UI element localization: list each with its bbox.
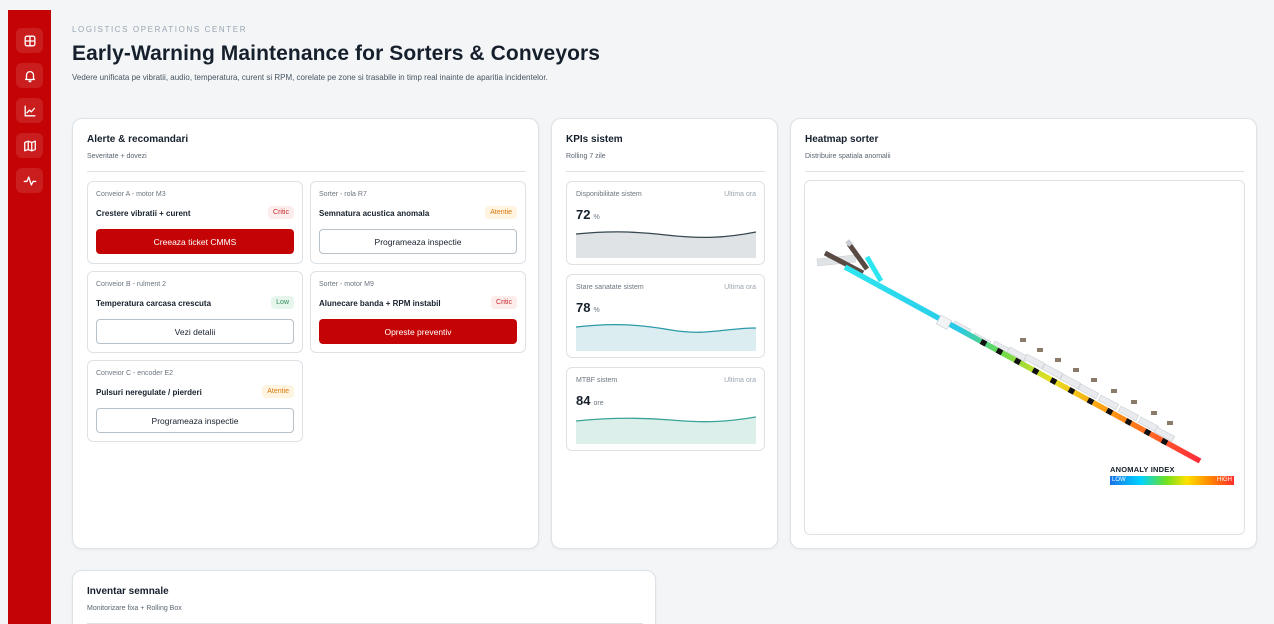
dashboard-icon [24, 35, 35, 46]
alert-item: Sorter - rola R7 Semnatura acustica anom… [310, 181, 526, 264]
severity-badge: Low [271, 296, 294, 309]
kpi-tile: MTBF sistem Ultima ora 84 ore [566, 367, 765, 451]
kpi-tile: Disponibilitate sistem Ultima ora 72% [566, 181, 765, 265]
alert-source: Sorter - rola R7 [319, 191, 367, 198]
kpi-tile: Stare sanatate sistem Ultima ora 78% [566, 274, 765, 358]
alert-title: Pulsuri neregulate / pierderi [96, 388, 202, 397]
alert-title: Alunecare banda + RPM instabil [319, 299, 441, 308]
page-subtitle: Vedere unificata pe vibratii, audio, tem… [72, 73, 548, 82]
heatmap-card: Heatmap sorter Distribuire spatiala anom… [790, 118, 1257, 549]
kpi-value: 78 [576, 300, 591, 315]
page-eyebrow: LOGISTICS OPERATIONS CENTER [72, 25, 248, 34]
sorter-chutes [951, 320, 1176, 443]
alerts-card-title: Alerte & recomandari [87, 134, 189, 145]
anomaly-index-legend-bar: LOW HIGH [1110, 476, 1234, 485]
kpi-label: Disponibilitate sistem [576, 191, 642, 198]
kpi-value: 84 [576, 393, 591, 408]
kpi-sparkline [576, 323, 756, 351]
inventory-card-subtitle: Monitorizare fixa + Rolling Box [87, 605, 182, 612]
heatmap-card-subtitle: Distribuire spatiala anomalii [805, 153, 891, 160]
sorter-infeeds [816, 239, 884, 283]
divider [805, 171, 1244, 172]
bell-icon [24, 70, 35, 82]
kpi-sparkline [576, 416, 756, 444]
kpis-card-subtitle: Rolling 7 zile [566, 153, 606, 160]
severity-badge: Atentie [485, 206, 517, 219]
alert-item: Conveior A - motor M3 Crestere vibratii … [87, 181, 303, 264]
kpi-value-wrap: 84 ore [576, 393, 604, 408]
alert-item: Sorter - motor M9 Alunecare banda + RPM … [310, 271, 526, 353]
alert-title: Crestere vibratii + curent [96, 209, 191, 218]
alert-source: Conveior B - rulment 2 [96, 281, 167, 288]
preventive-stop-button[interactable]: Opreste preventiv [319, 319, 517, 344]
create-cmms-ticket-button[interactable]: Creeaza ticket CMMS [96, 229, 294, 254]
kpi-period: Ultima ora [724, 191, 756, 198]
kpi-value: 72 [576, 207, 591, 222]
inventory-card: Inventar semnale Monitorizare fixa + Rol… [72, 570, 656, 624]
heatmap-card-title: Heatmap sorter [805, 134, 879, 145]
divider [87, 171, 526, 172]
legend-low-label: LOW [1112, 477, 1126, 483]
kpis-card-title: KPIs sistem [566, 134, 623, 145]
kpi-label: MTBF sistem [576, 377, 618, 384]
nav-dashboard[interactable] [16, 28, 43, 53]
severity-badge: Critic [268, 206, 294, 219]
kpi-unit: % [593, 307, 600, 314]
alerts-card-subtitle: Severitate + dovezi [87, 153, 147, 160]
kpi-unit: % [593, 214, 600, 221]
alert-source: Conveior C - encoder E2 [96, 370, 174, 377]
kpis-card: KPIs sistem Rolling 7 zile Disponibilita… [551, 118, 778, 549]
legend-high-label: HIGH [1217, 477, 1232, 483]
alert-title: Temperatura carcasa crescuta [96, 299, 212, 308]
kpi-period: Ultima ora [724, 284, 756, 291]
view-details-button[interactable]: Vezi detalii [96, 319, 294, 344]
alert-item: Conveior B - rulment 2 Temperatura carca… [87, 271, 303, 353]
kpi-value-wrap: 78% [576, 300, 600, 315]
kpi-sparkline [576, 231, 756, 258]
schedule-inspection-button[interactable]: Programeaza inspectie [319, 229, 517, 254]
divider [566, 171, 765, 172]
kpi-label: Stare sanatate sistem [576, 284, 644, 291]
page-title: Early-Warning Maintenance for Sorters & … [72, 42, 601, 65]
severity-badge: Atentie [262, 385, 294, 398]
inventory-card-title: Inventar semnale [87, 586, 169, 597]
kpi-period: Ultima ora [724, 377, 756, 384]
nav-alerts[interactable] [16, 63, 43, 88]
alert-source: Conveior A - motor M3 [96, 191, 166, 198]
alert-title: Semnatura acustica anomala [319, 209, 430, 218]
nav-map[interactable] [16, 133, 43, 158]
alert-item: Conveior C - encoder E2 Pulsuri neregula… [87, 360, 303, 442]
sidebar [8, 10, 51, 624]
sorter-heatmap[interactable]: ANOMALY INDEX LOW HIGH [804, 180, 1245, 535]
chart-line-icon [24, 105, 35, 116]
sorter-chute-motors [1020, 338, 1173, 425]
map-icon [23, 140, 36, 151]
nav-activity[interactable] [16, 168, 43, 193]
nav-analytics[interactable] [16, 98, 43, 123]
kpi-value-wrap: 72% [576, 207, 600, 222]
schedule-inspection-button[interactable]: Programeaza inspectie [96, 408, 294, 433]
anomaly-index-legend-title: ANOMALY INDEX [1110, 465, 1175, 474]
alerts-card: Alerte & recomandari Severitate + dovezi… [72, 118, 539, 549]
kpi-unit: ore [593, 400, 604, 407]
alert-source: Sorter - motor M9 [319, 281, 374, 288]
activity-icon [23, 175, 36, 186]
severity-badge: Critic [491, 296, 517, 309]
